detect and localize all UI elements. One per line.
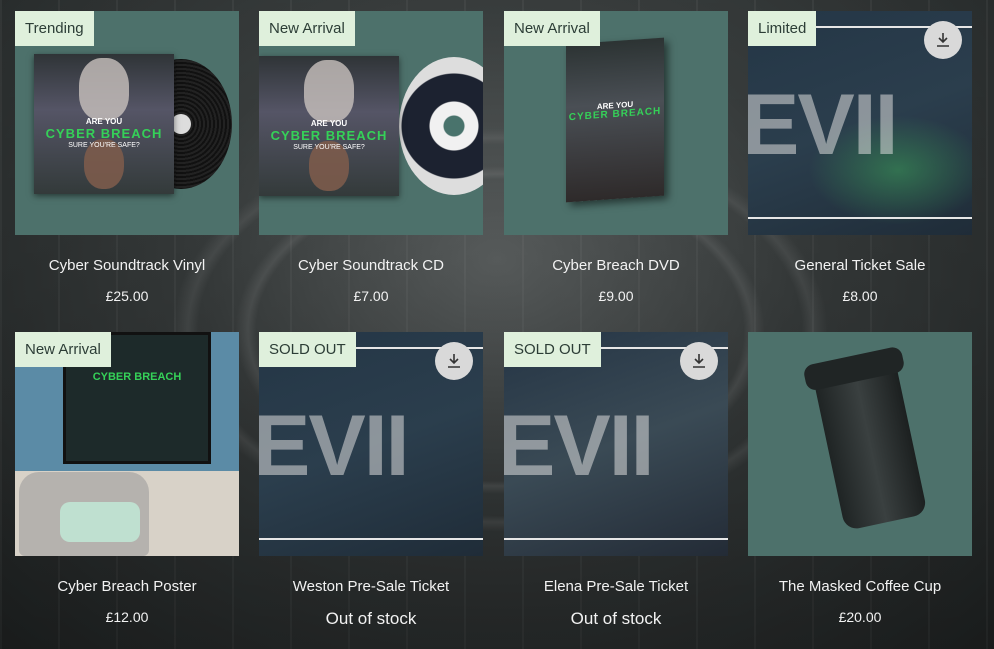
product-image[interactable]: CYBER BREACH New Arrival (15, 332, 239, 556)
product-title[interactable]: The Masked Coffee Cup (748, 578, 972, 595)
product-gallery: ARE YOU CYBER BREACH SURE YOU'RE SAFE? T… (15, 11, 973, 649)
album-cover-art: ARE YOU CYBER BREACH SURE YOU'RE SAFE? (259, 56, 399, 196)
divider-line (259, 538, 483, 540)
product-price: £25.00 (105, 288, 149, 304)
product-card-cd[interactable]: ARE YOU CYBER BREACH SURE YOU'RE SAFE? N… (259, 11, 483, 304)
download-button[interactable] (435, 342, 473, 380)
product-ribbon: New Arrival (259, 11, 355, 46)
product-title[interactable]: Weston Pre-Sale Ticket (259, 578, 483, 595)
product-title[interactable]: Cyber Breach Poster (15, 578, 239, 595)
cover-subtitle: SURE YOU'RE SAFE? (68, 142, 140, 149)
product-image[interactable]: ARE YOU CYBER BREACH New Arrival (504, 11, 728, 235)
product-ribbon: Limited (748, 11, 817, 46)
album-cover-art: ARE YOU CYBER BREACH SURE YOU'RE SAFE? (34, 54, 174, 194)
stock-status: Out of stock (325, 609, 417, 628)
coffee-cup-art (812, 357, 928, 531)
dvd-case-art: ARE YOU CYBER BREACH (566, 37, 664, 203)
cover-title: CYBER BREACH (270, 128, 388, 143)
product-card-vinyl[interactable]: ARE YOU CYBER BREACH SURE YOU'RE SAFE? T… (15, 11, 239, 304)
product-card-dvd[interactable]: ARE YOU CYBER BREACH New Arrival Cyber B… (504, 11, 728, 304)
product-ribbon: New Arrival (15, 332, 111, 367)
product-card-poster[interactable]: CYBER BREACH New Arrival Cyber Breach Po… (15, 332, 239, 625)
product-price: £9.00 (598, 288, 634, 304)
product-image[interactable]: ARE YOU CYBER BREACH SURE YOU'RE SAFE? N… (259, 11, 483, 235)
product-card-elena-ticket[interactable]: EVII SOLD OUT Elena Pre-Sale Ticket Out … (504, 332, 728, 629)
ticket-word: EVII (259, 398, 410, 494)
download-icon (937, 33, 949, 47)
product-ribbon: Trending (15, 11, 94, 46)
cover-text: ARE YOU (85, 117, 123, 126)
cover-subtitle: SURE YOU'RE SAFE? (293, 144, 365, 151)
cd-disc-art (399, 57, 483, 195)
product-image[interactable]: EVII SOLD OUT (259, 332, 483, 556)
product-image[interactable] (748, 332, 972, 556)
product-image[interactable]: EVII Limited (748, 11, 972, 235)
product-price: £7.00 (353, 288, 389, 304)
product-card-weston-ticket[interactable]: EVII SOLD OUT Weston Pre-Sale Ticket Out… (259, 332, 483, 629)
product-title[interactable]: Cyber Soundtrack CD (259, 257, 483, 274)
ticket-word: EVII (748, 77, 899, 173)
product-price: £12.00 (105, 609, 149, 625)
product-title[interactable]: Cyber Soundtrack Vinyl (15, 257, 239, 274)
product-card-general-ticket[interactable]: EVII Limited General Ticket Sale £8.00 (748, 11, 972, 304)
cover-title: CYBER BREACH (92, 371, 182, 383)
divider-line (504, 538, 728, 540)
product-price: £20.00 (838, 609, 882, 625)
cover-text: ARE YOU (310, 119, 348, 128)
download-icon (448, 354, 460, 368)
product-title[interactable]: General Ticket Sale (748, 257, 972, 274)
product-ribbon: SOLD OUT (259, 332, 356, 367)
ticket-word: EVII (504, 398, 655, 494)
product-ribbon: New Arrival (504, 11, 600, 46)
product-image[interactable]: ARE YOU CYBER BREACH SURE YOU'RE SAFE? T… (15, 11, 239, 235)
divider-line (748, 217, 972, 219)
product-title[interactable]: Cyber Breach DVD (504, 257, 728, 274)
product-price: £8.00 (842, 288, 878, 304)
download-icon (693, 354, 705, 368)
download-button[interactable] (680, 342, 718, 380)
product-ribbon: SOLD OUT (504, 332, 601, 367)
download-button[interactable] (924, 21, 962, 59)
cover-title: CYBER BREACH (45, 126, 163, 141)
pillow-art (60, 502, 140, 542)
product-image[interactable]: EVII SOLD OUT (504, 332, 728, 556)
product-card-coffee-cup[interactable]: The Masked Coffee Cup £20.00 (748, 332, 972, 625)
product-title[interactable]: Elena Pre-Sale Ticket (504, 578, 728, 595)
stock-status: Out of stock (570, 609, 662, 628)
